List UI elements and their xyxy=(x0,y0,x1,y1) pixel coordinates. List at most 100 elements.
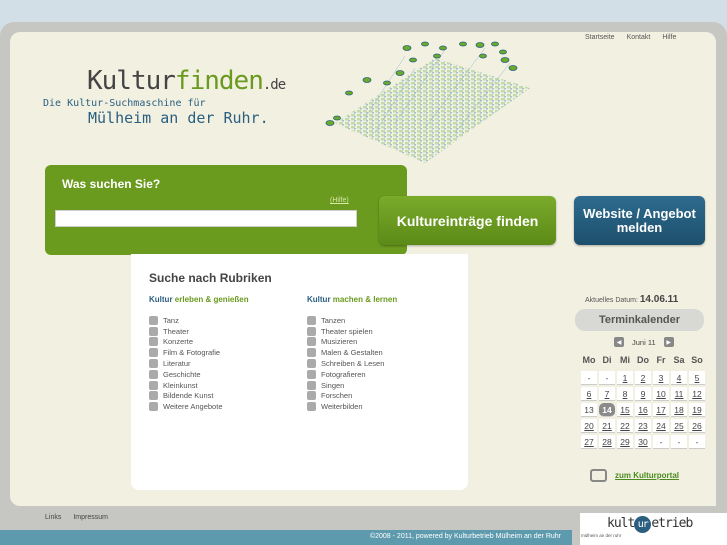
category-label: Literatur xyxy=(163,359,191,369)
category-item[interactable]: Konzerte xyxy=(149,337,249,348)
heading-rest: erleben & genießen xyxy=(172,295,249,304)
category-label: Weiterbilden xyxy=(321,402,363,412)
calendar-day[interactable]: 6 xyxy=(581,387,597,401)
weekday-label: So xyxy=(691,355,703,365)
portal-link[interactable]: zum Kulturportal xyxy=(590,469,679,482)
nav-hilfe[interactable]: Hilfe xyxy=(662,34,676,41)
heading-rest: machen & lernen xyxy=(330,295,398,304)
category-checkbox[interactable] xyxy=(307,391,316,401)
category-checkbox[interactable] xyxy=(149,337,158,347)
category-label: Tanz xyxy=(163,315,179,325)
calendar-day[interactable]: 18 xyxy=(671,403,687,417)
current-date: Aktuelles Datum: 14.06.11 xyxy=(585,294,678,305)
calendar-day[interactable]: 19 xyxy=(689,403,705,417)
calendar-day[interactable]: 25 xyxy=(671,419,687,433)
calendar-day[interactable]: 28 xyxy=(599,435,615,449)
category-checkbox[interactable] xyxy=(307,337,316,347)
footer-link-links[interactable]: Links xyxy=(45,514,61,521)
calendar-day[interactable]: 17 xyxy=(653,403,669,417)
category-item[interactable]: Film & Fotografie xyxy=(149,347,249,358)
calendar-day[interactable]: 23 xyxy=(635,419,651,433)
category-item[interactable]: Musizieren xyxy=(307,337,397,348)
category-item[interactable]: Schreiben & Lesen xyxy=(307,358,397,369)
nav-startseite[interactable]: Startseite xyxy=(585,34,615,41)
category-label: Singen xyxy=(321,380,345,390)
find-entries-button[interactable]: Kultureinträge finden xyxy=(379,196,556,245)
brand-post: etrieb xyxy=(651,516,693,531)
category-item[interactable]: Geschichte xyxy=(149,369,249,380)
logo-subtitle: Die Kultur-Suchmaschine für xyxy=(43,98,206,109)
calendar-day[interactable]: 24 xyxy=(653,419,669,433)
category-checkbox[interactable] xyxy=(149,380,158,390)
category-checkbox[interactable] xyxy=(149,369,158,379)
calendar-day[interactable]: 22 xyxy=(617,419,633,433)
search-input[interactable] xyxy=(55,210,357,227)
calendar-day-today[interactable]: 14 xyxy=(599,403,615,417)
category-item[interactable]: Literatur xyxy=(149,358,249,369)
help-link[interactable]: (Hilfe) xyxy=(330,197,349,204)
calendar-day[interactable]: 3 xyxy=(653,371,669,385)
category-checkbox[interactable] xyxy=(307,315,316,325)
category-checkbox[interactable] xyxy=(307,369,316,379)
site-logo[interactable]: Kulturfinden.de xyxy=(87,66,286,96)
category-label: Forschen xyxy=(321,391,353,401)
category-item[interactable]: Tanz xyxy=(149,315,249,326)
category-label: Geschichte xyxy=(163,369,201,379)
category-item[interactable]: Malen & Gestalten xyxy=(307,347,397,358)
logo-main: Kultur xyxy=(87,66,176,96)
calendar-day[interactable]: 27 xyxy=(581,435,597,449)
category-item[interactable]: Theater xyxy=(149,326,249,337)
calendar-day[interactable]: 8 xyxy=(617,387,633,401)
category-checkbox[interactable] xyxy=(149,315,158,325)
calendar-day[interactable]: 4 xyxy=(671,371,687,385)
category-checkbox[interactable] xyxy=(307,402,316,412)
category-item[interactable]: Weiterbilden xyxy=(307,401,397,412)
category-checkbox[interactable] xyxy=(149,326,158,336)
portal-icon xyxy=(590,469,607,482)
calendar-day[interactable]: 5 xyxy=(689,371,705,385)
brand-subtitle: mülheim an der ruhr xyxy=(581,533,622,538)
calendar-day[interactable]: 29 xyxy=(617,435,633,449)
calendar-day[interactable]: 12 xyxy=(689,387,705,401)
calendar-day[interactable]: 30 xyxy=(635,435,651,449)
category-checkbox[interactable] xyxy=(307,326,316,336)
category-checkbox[interactable] xyxy=(307,348,316,358)
category-item[interactable]: Theater spielen xyxy=(307,326,397,337)
report-button-line1: Website / Angebot xyxy=(583,205,696,221)
category-item[interactable]: Fotografieren xyxy=(307,369,397,380)
nav-kontakt[interactable]: Kontakt xyxy=(627,34,651,41)
calendar-day[interactable]: 7 xyxy=(599,387,615,401)
footer-link-impressum[interactable]: Impressum xyxy=(73,514,108,521)
calendar-day[interactable]: 10 xyxy=(653,387,669,401)
date-label: Aktuelles Datum: xyxy=(585,297,638,304)
report-website-button[interactable]: Website / Angebot melden xyxy=(574,196,705,245)
calendar-day[interactable]: 15 xyxy=(617,403,633,417)
category-checkbox[interactable] xyxy=(149,348,158,358)
calendar-day[interactable]: 11 xyxy=(671,387,687,401)
report-button-line2: melden xyxy=(616,219,663,235)
category-item[interactable]: Tanzen xyxy=(307,315,397,326)
category-label: Weitere Angebote xyxy=(163,402,223,412)
category-checkbox[interactable] xyxy=(149,402,158,412)
calendar-day[interactable]: 9 xyxy=(635,387,651,401)
category-item[interactable]: Weitere Angebote xyxy=(149,401,249,412)
category-item[interactable]: Bildende Kunst xyxy=(149,391,249,402)
calendar-day[interactable]: 26 xyxy=(689,419,705,433)
category-checkbox[interactable] xyxy=(307,359,316,369)
calendar-day[interactable]: 2 xyxy=(635,371,651,385)
calendar-day[interactable]: 21 xyxy=(599,419,615,433)
category-item[interactable]: Singen xyxy=(307,380,397,391)
category-checkbox[interactable] xyxy=(149,359,158,369)
search-panel: Was suchen Sie? (Hilfe) xyxy=(45,165,407,255)
next-month-icon[interactable]: ▶ xyxy=(663,337,674,347)
category-item[interactable]: Forschen xyxy=(307,391,397,402)
calendar-day[interactable]: 16 xyxy=(635,403,651,417)
category-label: Schreiben & Lesen xyxy=(321,359,385,369)
category-checkbox[interactable] xyxy=(149,391,158,401)
kulturbetrieb-logo[interactable]: kult ur etrieb xyxy=(607,516,693,533)
calendar-day[interactable]: 20 xyxy=(581,419,597,433)
prev-month-icon[interactable]: ◀ xyxy=(614,337,624,347)
category-item[interactable]: Kleinkunst xyxy=(149,380,249,391)
category-checkbox[interactable] xyxy=(307,380,316,390)
calendar-day[interactable]: 1 xyxy=(617,371,633,385)
